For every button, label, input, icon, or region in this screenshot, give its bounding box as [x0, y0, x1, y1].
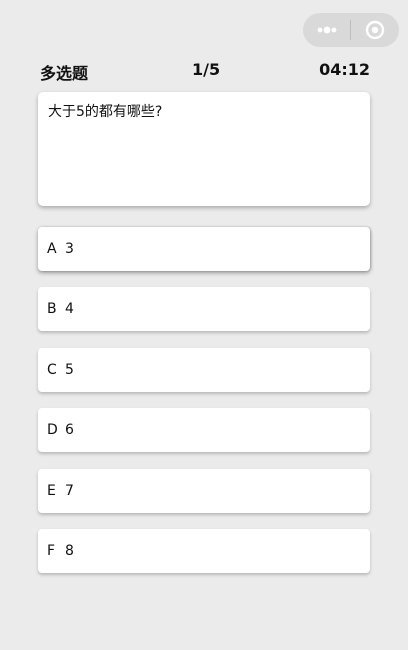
option-letter: D [47, 422, 58, 438]
question-text: 大于5的都有哪些? [48, 104, 163, 120]
option-letter: B [47, 301, 57, 317]
quiz-header: 多选题 1/5 04:12 [40, 58, 370, 84]
option-value: 4 [65, 301, 74, 317]
option-letter: F [47, 543, 56, 559]
more-dots-icon [317, 26, 336, 34]
option-value: 5 [65, 362, 74, 378]
option-value: 3 [65, 241, 74, 257]
option-f[interactable]: F 8 [38, 529, 370, 573]
close-miniprogram-button[interactable] [351, 13, 398, 47]
more-button[interactable] [303, 13, 350, 47]
option-value: 7 [65, 483, 74, 499]
question-progress: 1/5 [192, 60, 221, 79]
option-d[interactable]: D 6 [38, 408, 370, 452]
option-c[interactable]: C 5 [38, 348, 370, 392]
option-value: 6 [65, 422, 74, 438]
option-b[interactable]: B 4 [38, 287, 370, 331]
miniprogram-capsule [303, 13, 399, 47]
question-card: 大于5的都有哪些? [38, 92, 370, 206]
option-letter: A [47, 241, 57, 257]
option-value: 8 [65, 543, 74, 559]
option-letter: C [47, 362, 57, 378]
option-letter: E [47, 483, 56, 499]
target-circle-icon [365, 20, 384, 40]
option-a[interactable]: A 3 [38, 227, 370, 271]
question-type-label: 多选题 [40, 64, 89, 83]
countdown-timer: 04:12 [319, 60, 370, 79]
option-e[interactable]: E 7 [38, 469, 370, 513]
